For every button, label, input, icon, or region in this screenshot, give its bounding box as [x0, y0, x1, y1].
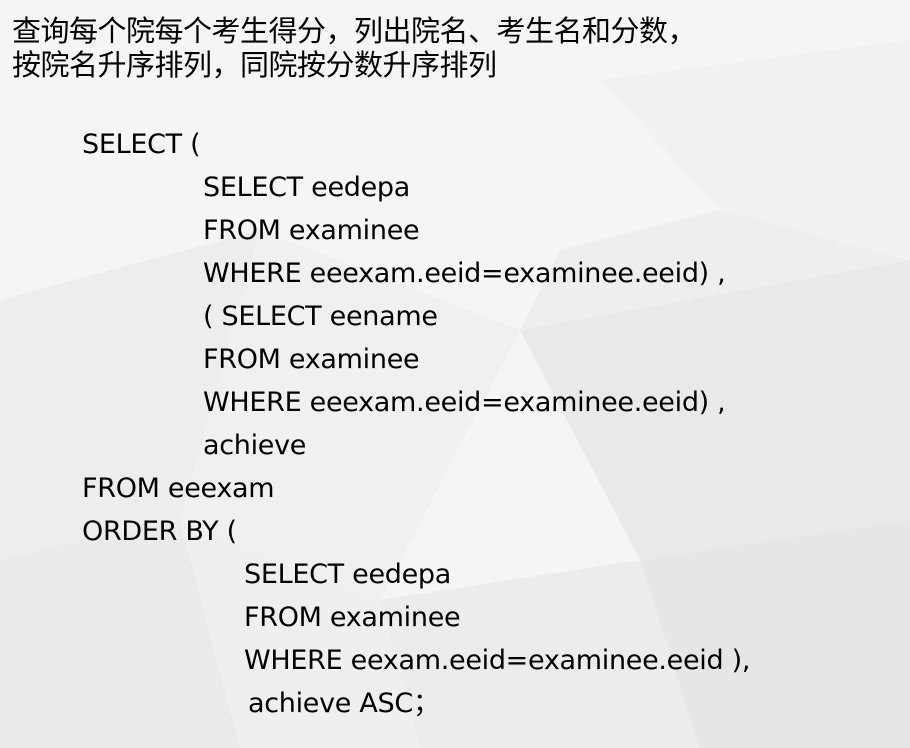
code-line: achieve: [203, 430, 307, 461]
code-line: FROM examinee: [203, 215, 420, 246]
code-line: SELECT eedepa: [203, 172, 410, 203]
code-line: FROM examinee: [244, 602, 461, 633]
code-line: FROM examinee: [203, 344, 420, 375]
code-line: WHERE eeexam.eeid=examinee.eeid) ,: [203, 387, 726, 418]
code-line: ORDER BY (: [82, 516, 237, 547]
code-line: WHERE eexam.eeid=examinee.eeid ),: [244, 645, 751, 676]
slide-title: 查询每个院每个考生得分，列出院名、考生名和分数， 按院名升序排列，同院按分数升序…: [12, 14, 697, 82]
code-line: SELECT eedepa: [244, 559, 451, 590]
code-line: achieve ASC；: [248, 688, 440, 719]
code-line: ( SELECT eename: [203, 301, 438, 332]
code-line: FROM eeexam: [82, 473, 275, 504]
code-line: SELECT (: [82, 129, 201, 160]
background-polygons: [0, 0, 910, 748]
title-line-2: 按院名升序排列，同院按分数升序排列: [12, 48, 497, 82]
code-line: WHERE eeexam.eeid=examinee.eeid) ,: [203, 258, 726, 289]
title-line-1: 查询每个院每个考生得分，列出院名、考生名和分数，: [12, 14, 697, 48]
